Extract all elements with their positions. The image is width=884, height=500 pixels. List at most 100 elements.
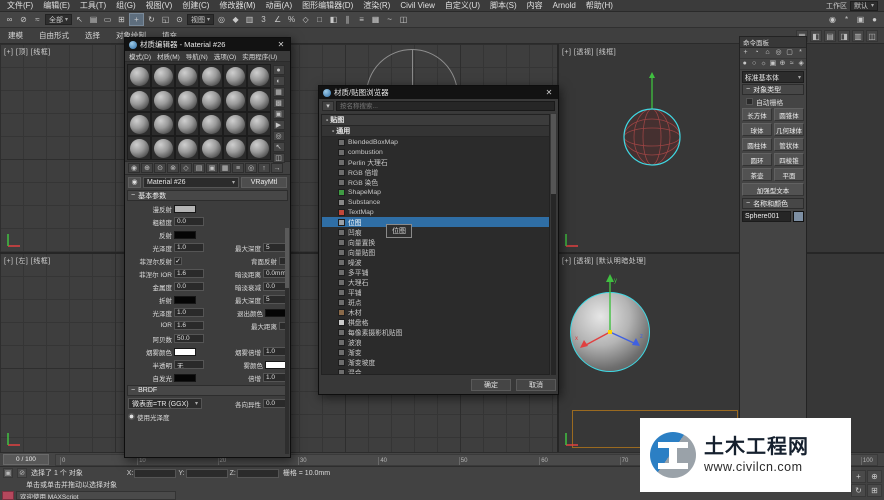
ribbon-tool-icon[interactable]: ▤	[824, 30, 836, 42]
maximize-viewport-icon[interactable]: ⊞	[867, 484, 882, 497]
material-sample-slot[interactable]	[151, 112, 175, 136]
color-swatch[interactable]	[174, 374, 196, 382]
map-item[interactable]: RGB 染色	[322, 177, 549, 187]
command-panel-titlebar[interactable]: 命令面板	[740, 37, 806, 48]
param-value-field[interactable]: 0.0mm	[263, 269, 287, 278]
map-item[interactable]: 向量贴图	[322, 247, 549, 257]
map-item[interactable]: RGB 倍增	[322, 167, 549, 177]
color-swatch[interactable]	[174, 296, 196, 304]
param-checkbox[interactable]: ✓	[174, 257, 182, 265]
select-object-icon[interactable]: ↖ ▾	[73, 13, 86, 26]
menu-item[interactable]: 内容	[522, 0, 548, 12]
material-sample-slot[interactable]	[223, 112, 247, 136]
map-list-scrollbar[interactable]	[551, 114, 556, 375]
schematic-view-icon[interactable]: ◫ ▾	[397, 13, 410, 26]
object-name-field[interactable]: Sphere001	[742, 211, 791, 222]
close-icon[interactable]: ✕	[544, 88, 554, 97]
material-editor-menu-item[interactable]: 模式(D)	[126, 51, 154, 61]
material-editor-menu-item[interactable]: 导航(N)	[183, 51, 211, 61]
select-move-icon[interactable]: + ▾	[129, 13, 144, 26]
align-icon[interactable]: ∥ ▾	[341, 13, 354, 26]
select-manipulate-icon[interactable]: ◆ ▾	[229, 13, 242, 26]
create-tab-icon[interactable]: +	[741, 48, 750, 58]
modify-tab-icon[interactable]: ◔	[752, 48, 761, 58]
material-sample-slot[interactable]	[127, 88, 151, 112]
select-scale-icon[interactable]: ◱ ▾	[159, 13, 172, 26]
maxscript-mini-listener[interactable]: 欢迎使用 MAXScript	[16, 491, 176, 500]
primitive-category-dropdown[interactable]: 标准基本体 ▾	[742, 71, 804, 83]
viewport-perspective-shaded-label[interactable]: [+] [透视] [默认明暗处理]	[562, 256, 646, 266]
selection-filter-dropdown[interactable]: 全部▾	[45, 13, 72, 26]
map-item[interactable]: 木材	[322, 307, 549, 317]
primitive-button[interactable]: 球体	[742, 123, 772, 136]
param-value-field[interactable]: 1.0	[263, 347, 287, 356]
select-place-icon[interactable]: ⊙ ▾	[173, 13, 186, 26]
ribbon-tab[interactable]: 自由形式	[31, 30, 77, 41]
menu-item[interactable]: Arnold	[548, 0, 581, 12]
map-item[interactable]: 噪波	[322, 257, 549, 267]
map-item[interactable]: TextMap	[322, 207, 549, 217]
unlink-icon[interactable]: ⊘ ▾	[17, 13, 30, 26]
param-value-field[interactable]: 1.0	[263, 373, 287, 382]
menu-item[interactable]: 组(G)	[111, 0, 141, 12]
map-item[interactable]: 平铺	[322, 287, 549, 297]
layer-manager-icon[interactable]: ≡ ▾	[355, 13, 368, 26]
percent-snap-icon[interactable]: % ▾	[285, 13, 298, 26]
render-production-icon[interactable]: ●	[868, 13, 881, 26]
bind-spacewarp-icon[interactable]: ≈ ▾	[31, 13, 44, 26]
primitive-button[interactable]: 平面	[774, 168, 804, 181]
autogrid-checkbox[interactable]	[746, 98, 753, 105]
cancel-button[interactable]: 取消	[516, 379, 556, 391]
primitive-button[interactable]: 长方体	[742, 108, 772, 121]
assign-material-icon[interactable]: ⊙	[154, 163, 166, 173]
menu-item[interactable]: 修改器(M)	[214, 0, 260, 12]
workspace-dropdown[interactable]: 默认 ▾	[850, 1, 878, 11]
map-item[interactable]: 混合	[322, 367, 549, 375]
material-editor-scrollbar[interactable]	[285, 228, 289, 454]
select-by-material-icon[interactable]: ↖	[273, 142, 285, 152]
material-sample-slot[interactable]	[175, 88, 199, 112]
material-sample-slot[interactable]	[127, 112, 151, 136]
reset-map-icon[interactable]: ⊗	[167, 163, 179, 173]
material-sample-slot[interactable]	[199, 112, 223, 136]
map-item[interactable]: 大理石	[322, 277, 549, 287]
material-sample-slot[interactable]	[247, 64, 271, 88]
go-to-parent-icon[interactable]: ↑	[258, 163, 270, 173]
viewport-perspective-wire-label[interactable]: [+] [透视] [线框]	[562, 47, 616, 57]
map-item[interactable]: 渐变坡度	[322, 357, 549, 367]
rollout-brdf[interactable]: − BRDF	[127, 385, 288, 396]
primitive-button[interactable]: 圆锥体	[774, 108, 804, 121]
viewport-top-label[interactable]: [+] [顶] [线框]	[4, 47, 51, 57]
search-input[interactable]	[336, 101, 555, 111]
rect-select-icon[interactable]: ▭ ▾	[101, 13, 114, 26]
param-value-field[interactable]: 0.0	[174, 282, 204, 291]
helpers-icon[interactable]: ⊕	[778, 59, 787, 69]
material-sample-slot[interactable]	[175, 136, 199, 160]
menu-item[interactable]: 自定义(U)	[440, 0, 485, 12]
sphere-wireframe-selected[interactable]	[618, 64, 686, 169]
menu-item[interactable]: 编辑(E)	[38, 0, 75, 12]
brdf-aniso-value[interactable]: 0.0	[263, 399, 287, 408]
snap-toggle-icon[interactable]: 3 ▾	[257, 13, 270, 26]
macro-recorder-strip[interactable]	[2, 491, 14, 500]
material-type-button[interactable]: VRayMtl	[241, 177, 287, 188]
ref-coord-dropdown[interactable]: 视图▾	[187, 13, 214, 26]
zoom-icon[interactable]: +	[851, 470, 866, 483]
map-item[interactable]: 向量置换	[322, 237, 549, 247]
param-value-field[interactable]: 0.0	[174, 217, 204, 226]
material-sample-slot[interactable]	[127, 136, 151, 160]
menu-item[interactable]: Civil View	[395, 0, 440, 12]
select-by-name-icon[interactable]: ▤ ▾	[87, 13, 100, 26]
ribbon-tool-icon[interactable]: ▥	[852, 30, 864, 42]
map-item[interactable]: ShapeMap	[322, 187, 549, 197]
mirror-icon[interactable]: ◧ ▾	[327, 13, 340, 26]
menu-item[interactable]: 动画(A)	[260, 0, 297, 12]
object-color-swatch[interactable]	[793, 211, 804, 222]
material-editor-icon[interactable]: ◉	[826, 13, 839, 26]
material-sample-slot[interactable]	[151, 88, 175, 112]
menu-item[interactable]: 文件(F)	[2, 0, 38, 12]
map-item[interactable]: 波浪	[322, 337, 549, 347]
make-preview-icon[interactable]: ▶	[273, 120, 285, 130]
browser-options-dropdown-icon[interactable]: ▾	[322, 101, 334, 111]
ribbon-tool-icon[interactable]: ◨	[838, 30, 850, 42]
